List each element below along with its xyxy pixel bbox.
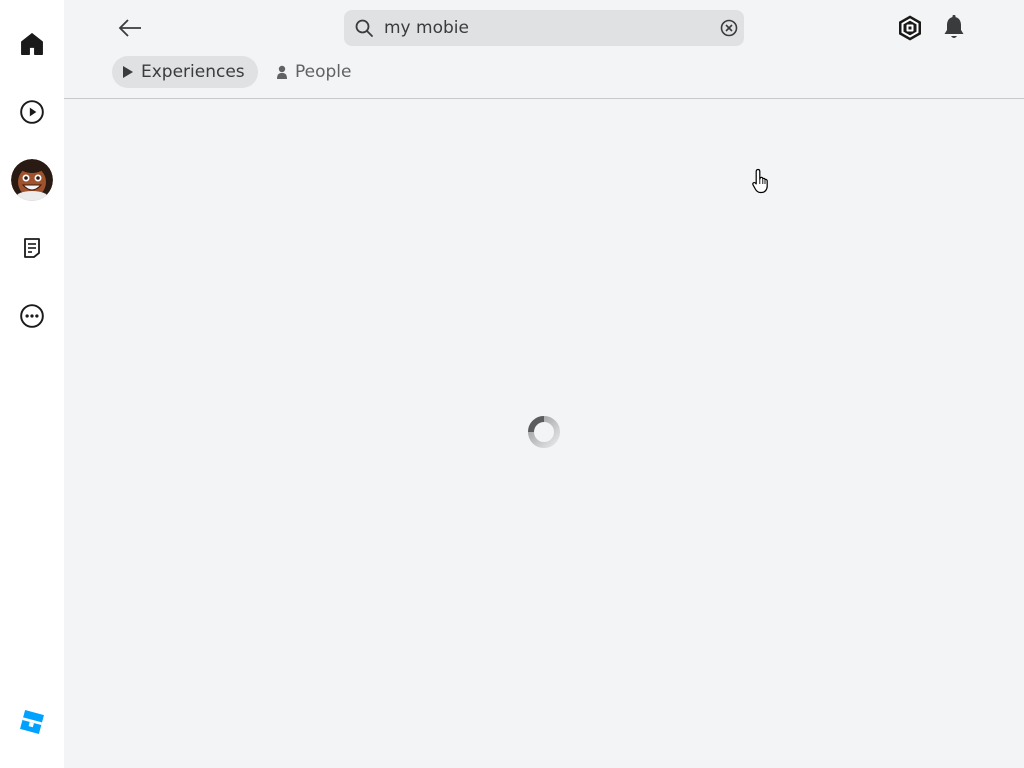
- back-button[interactable]: [114, 12, 146, 44]
- search-icon: [355, 19, 373, 37]
- sidebar-item-messages[interactable]: [12, 228, 52, 268]
- tab-experiences-label: Experiences: [141, 62, 245, 82]
- loading-spinner-icon: [528, 416, 560, 448]
- clear-icon[interactable]: [720, 19, 738, 37]
- avatar-image: [11, 159, 53, 201]
- robux-icon[interactable]: [896, 14, 924, 42]
- roblox-logo-icon: [20, 710, 44, 734]
- tab-experiences[interactable]: Experiences: [112, 56, 258, 88]
- bell-icon[interactable]: [941, 14, 967, 42]
- app-window: Experiences People: [0, 0, 1024, 768]
- home-icon: [21, 33, 43, 55]
- roblox-logo[interactable]: [18, 708, 46, 736]
- play-icon: [122, 65, 134, 79]
- arrow-left-icon: [118, 19, 141, 37]
- search-results: [64, 99, 1024, 768]
- avatar[interactable]: [11, 159, 53, 201]
- more-icon: [20, 304, 44, 328]
- sidebar-item-more[interactable]: [12, 296, 52, 336]
- sidebar-item-home[interactable]: [12, 24, 52, 64]
- notes-icon: [24, 238, 40, 258]
- search-bar[interactable]: [344, 10, 744, 46]
- play-circle-icon: [20, 100, 44, 124]
- tab-people-label: People: [295, 62, 352, 82]
- person-icon: [276, 65, 288, 79]
- tab-people[interactable]: People: [272, 56, 372, 88]
- search-input[interactable]: [384, 14, 704, 42]
- top-bar: Experiences People: [64, 0, 1024, 99]
- sidebar-item-charts[interactable]: [12, 92, 52, 132]
- sidebar: [0, 0, 64, 768]
